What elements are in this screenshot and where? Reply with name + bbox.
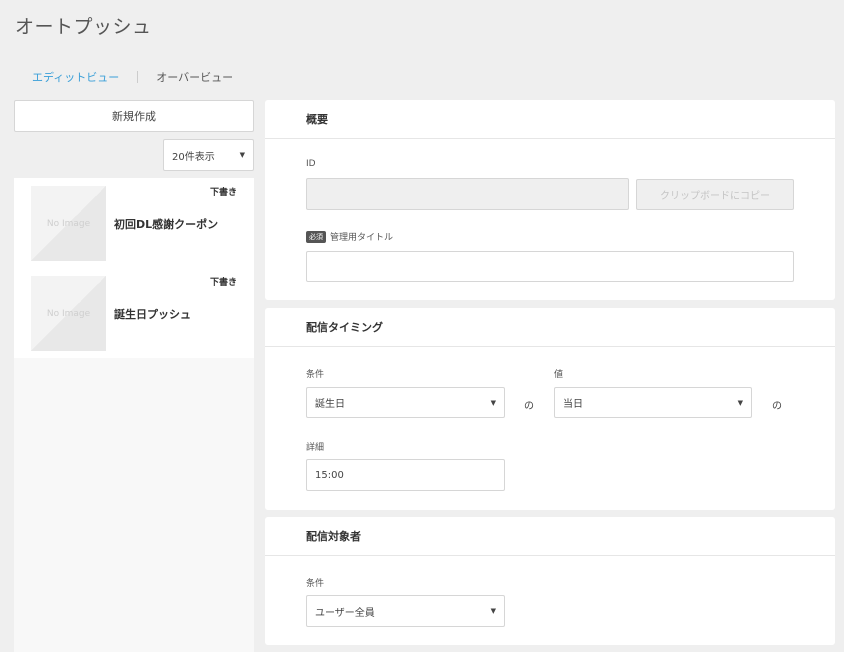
condition-label: 条件: [306, 370, 325, 380]
caret-down-icon: ▼: [490, 607, 496, 615]
list-item-title: 初回DL感謝クーポン: [114, 218, 219, 231]
tab-edit-view[interactable]: エディットビュー: [14, 69, 137, 85]
new-create-button[interactable]: 新規作成: [14, 100, 254, 132]
timing-heading: 配信タイミング: [265, 308, 835, 347]
push-list-panel: No Image 下書き 初回DL感謝クーポン No Image 下書き 誕生日…: [14, 178, 254, 652]
particle-no: の: [524, 401, 534, 412]
audience-select-value: ユーザー全員: [315, 607, 375, 619]
per-page-select[interactable]: 20件表示 ▼: [163, 139, 254, 171]
condition-select[interactable]: 誕生日 ▼: [306, 387, 505, 418]
caret-down-icon: ▼: [737, 398, 743, 407]
list-item[interactable]: No Image 下書き 初回DL感謝クーポン: [14, 178, 254, 268]
required-badge: 必須: [306, 230, 326, 243]
value-select[interactable]: 当日 ▼: [554, 387, 752, 418]
copy-to-clipboard-button[interactable]: クリップボードにコピー: [636, 179, 794, 210]
detail-time-input[interactable]: 15:00: [306, 459, 505, 491]
thumbnail-text: No Image: [46, 308, 91, 319]
audience-condition-select[interactable]: ユーザー全員 ▼: [306, 595, 505, 627]
delivery-timing-card: 配信タイミング 条件 誕生日 ▼ の 値 当日 ▼ の 詳細 15:00: [265, 308, 835, 510]
admin-title-label: 管理用タイトル: [330, 233, 394, 243]
condition-select-value: 誕生日: [315, 399, 345, 410]
value-label: 値: [554, 370, 564, 380]
id-field[interactable]: [306, 178, 629, 210]
id-label: ID: [306, 159, 316, 169]
audience-heading: 配信対象者: [265, 517, 835, 556]
title-label-row: 必須 管理用タイトル: [306, 230, 393, 243]
overview-heading: 概要: [265, 100, 835, 139]
thumbnail-text: No Image: [46, 218, 91, 229]
list-item-title: 誕生日プッシュ: [114, 308, 191, 321]
view-tabs: エディットビュー オーバービュー: [14, 68, 251, 86]
caret-down-icon: ▼: [490, 398, 496, 407]
value-select-value: 当日: [563, 399, 583, 410]
audience-card: 配信対象者 条件 ユーザー全員 ▼: [265, 517, 835, 645]
admin-title-input[interactable]: [306, 251, 794, 282]
audience-condition-label: 条件: [306, 579, 325, 589]
no-image-thumbnail: No Image: [31, 276, 106, 351]
overview-card: 概要 ID クリップボードにコピー 必須 管理用タイトル: [265, 100, 835, 300]
status-badge: 下書き: [209, 278, 237, 288]
status-badge: 下書き: [209, 188, 237, 198]
page-title: オートプッシュ: [15, 16, 152, 38]
list-item[interactable]: No Image 下書き 誕生日プッシュ: [14, 268, 254, 358]
caret-down-icon: ▼: [239, 151, 245, 159]
tab-overview[interactable]: オーバービュー: [138, 69, 251, 85]
detail-label: 詳細: [306, 443, 325, 453]
particle-no: の: [772, 401, 782, 412]
per-page-value: 20件表示: [172, 151, 215, 163]
no-image-thumbnail: No Image: [31, 186, 106, 261]
push-list: No Image 下書き 初回DL感謝クーポン No Image 下書き 誕生日…: [14, 178, 254, 358]
